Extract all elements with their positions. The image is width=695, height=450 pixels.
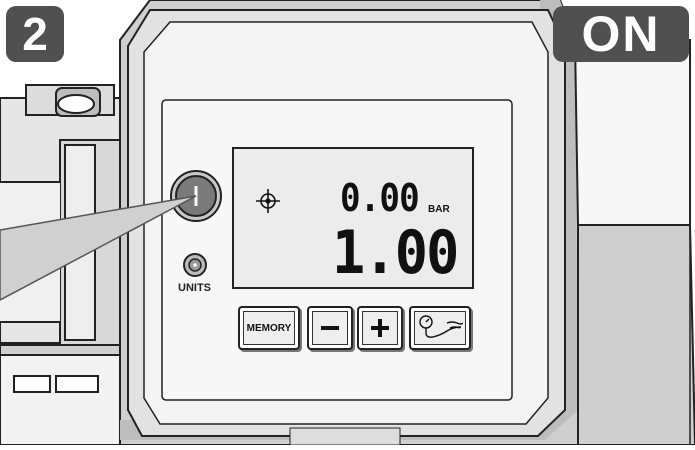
minus-icon	[321, 326, 339, 330]
plus-button[interactable]	[357, 306, 403, 350]
units-button[interactable]	[183, 253, 207, 277]
pressure-unit-label: BAR	[428, 204, 450, 215]
memory-button-label: MEMORY	[246, 322, 292, 334]
pressure-reading-lower: 1.00	[332, 218, 459, 288]
gauge-hose-icon	[419, 315, 463, 338]
minus-button[interactable]	[307, 306, 353, 350]
step-number-badge: 2	[6, 6, 64, 62]
gauge-hose-button[interactable]	[409, 306, 471, 350]
pressure-reading-upper: 0.00	[340, 176, 420, 220]
units-label: UNITS	[178, 282, 211, 294]
memory-button[interactable]: MEMORY	[238, 306, 300, 350]
plus-icon	[371, 319, 389, 337]
status-badge: ON	[553, 6, 689, 62]
